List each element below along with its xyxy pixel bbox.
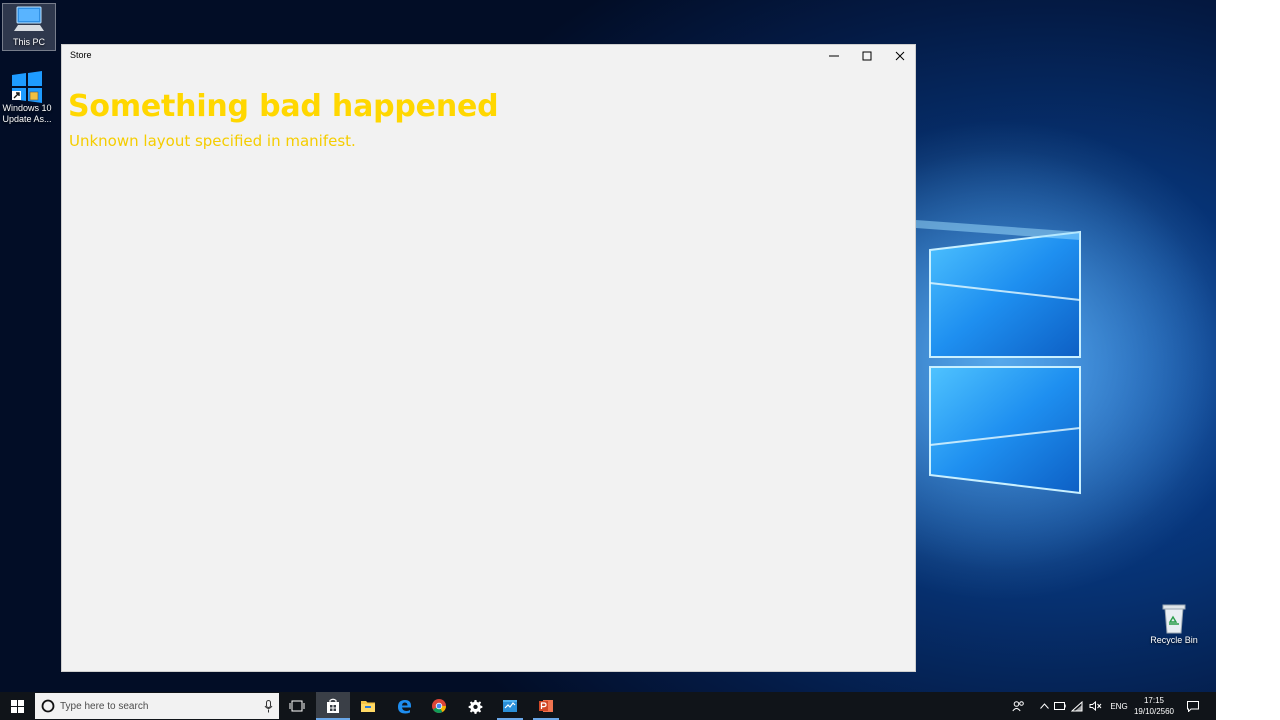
volume-muted-icon (1089, 701, 1101, 711)
taskbar-app-pinned[interactable] (493, 692, 527, 720)
show-hidden-icons-button[interactable] (1037, 692, 1051, 720)
action-center-icon (1187, 700, 1199, 712)
computer-icon (12, 4, 46, 34)
desktop-icon-label: Windows 10 Update As... (2, 103, 52, 124)
taskbar: Type here to search ENG 17:15 19/10/2560 (0, 692, 1216, 720)
clock[interactable]: 17:15 19/10/2560 (1131, 695, 1177, 717)
start-button[interactable] (0, 692, 34, 720)
taskbar-app-settings[interactable] (458, 692, 492, 720)
desktop-wallpaper: This PC Windows 10 Update As... Recycle … (0, 0, 1216, 692)
wifi-icon (1071, 700, 1083, 711)
powerpoint-icon (539, 700, 553, 712)
action-center-button[interactable] (1183, 692, 1203, 720)
recycle-bin-icon (1157, 602, 1191, 634)
chrome-icon (432, 699, 446, 713)
taskbar-app-chrome[interactable] (422, 692, 456, 720)
desktop-icon-label: Recycle Bin (1150, 635, 1198, 645)
error-heading: Something bad happened (68, 89, 499, 124)
store-window[interactable]: Store Something bad happened Unknown lay… (61, 44, 916, 672)
error-message: Unknown layout specified in manifest. (69, 132, 356, 150)
settings-gear-icon (468, 699, 482, 714)
title-bar[interactable]: Store (62, 45, 915, 67)
screen: This PC Windows 10 Update As... Recycle … (0, 0, 1216, 720)
desktop-icon-windows-update-assistant[interactable]: Windows 10 Update As... (1, 70, 53, 125)
store-icon (327, 698, 339, 713)
people-button[interactable] (1009, 692, 1027, 720)
minimize-button[interactable] (818, 45, 850, 67)
close-button[interactable] (884, 45, 916, 67)
minimize-icon (829, 55, 839, 57)
window-title: Store (70, 50, 92, 60)
people-icon (1011, 701, 1024, 712)
desktop-icon-label: This PC (12, 37, 45, 47)
maximize-button[interactable] (851, 45, 883, 67)
app-icon (503, 700, 517, 712)
task-view-button[interactable] (283, 692, 311, 720)
search-box[interactable]: Type here to search (35, 693, 279, 719)
taskbar-app-store[interactable] (316, 692, 350, 720)
system-tray: ENG 17:15 19/10/2560 (1005, 692, 1216, 720)
taskbar-app-powerpoint[interactable] (529, 692, 563, 720)
close-icon (895, 51, 905, 61)
desktop-icon-recycle-bin[interactable]: Recycle Bin (1148, 602, 1200, 646)
battery-icon (1054, 702, 1066, 710)
file-explorer-icon (361, 701, 375, 712)
microphone-icon[interactable] (264, 699, 273, 713)
clock-time: 17:15 (1143, 696, 1165, 705)
task-view-icon (289, 700, 305, 712)
chevron-up-icon (1039, 703, 1049, 709)
clock-date: 19/10/2560 (1133, 707, 1175, 716)
volume-button[interactable] (1087, 692, 1103, 720)
network-button[interactable] (1070, 692, 1084, 720)
language-indicator[interactable]: ENG (1107, 692, 1131, 720)
windows-logo-icon (10, 699, 24, 713)
taskbar-app-edge[interactable] (387, 692, 421, 720)
edge-icon (398, 700, 411, 714)
battery-button[interactable] (1053, 692, 1067, 720)
maximize-icon (862, 51, 872, 61)
windows-update-assistant-icon (10, 70, 44, 103)
search-placeholder: Type here to search (60, 700, 149, 712)
taskbar-app-file-explorer[interactable] (351, 692, 385, 720)
cortana-circle-icon (41, 699, 55, 713)
desktop-icon-this-pc[interactable]: This PC (2, 3, 56, 51)
